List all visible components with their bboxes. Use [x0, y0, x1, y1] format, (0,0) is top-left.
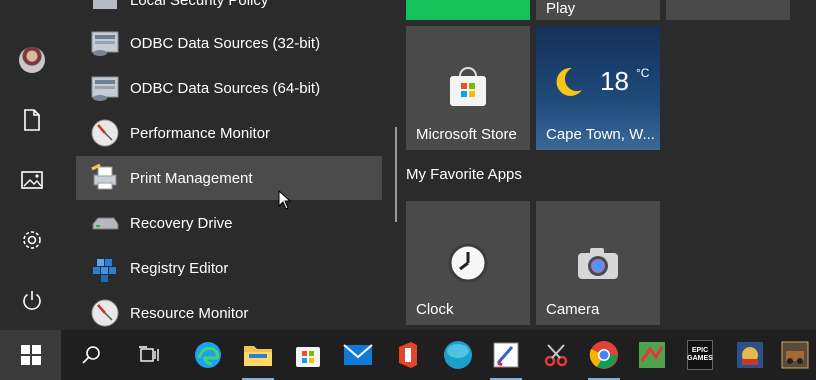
paint-icon	[493, 342, 519, 368]
tile-weather[interactable]: 18 °C Cape Town, W...	[536, 26, 660, 150]
tile-partial[interactable]	[666, 0, 790, 20]
all-apps-list: Local Security Policy ODBC Data Sources …	[64, 0, 394, 330]
odbc-icon	[88, 71, 122, 105]
power-button[interactable]	[0, 275, 64, 325]
gear-icon	[23, 231, 41, 249]
app-item-performance-monitor[interactable]: Performance Monitor	[76, 111, 382, 155]
mail-icon	[343, 344, 373, 365]
app-item-recovery-drive[interactable]: Recovery Drive	[76, 201, 382, 245]
search-button[interactable]	[66, 330, 116, 380]
odbc-icon	[88, 26, 122, 60]
app-item-odbc-64[interactable]: ODBC Data Sources (64-bit)	[76, 66, 382, 110]
app-label: Registry Editor	[130, 259, 229, 277]
taskbar-paint[interactable]	[482, 330, 530, 380]
edge-icon	[195, 342, 221, 368]
taskbar-office[interactable]	[384, 330, 432, 380]
game-icon	[639, 342, 665, 368]
settings-button[interactable]	[0, 215, 64, 265]
taskbar-app-teal[interactable]	[434, 330, 482, 380]
taskbar-chrome[interactable]	[580, 330, 628, 380]
tile-play-partial[interactable]: Play	[536, 0, 660, 20]
taskbar-edge[interactable]	[184, 330, 232, 380]
taskbar-game-2[interactable]	[726, 330, 774, 380]
taskbar-game[interactable]	[628, 330, 676, 380]
folder-icon	[244, 346, 272, 366]
app-item-resource-monitor[interactable]: Resource Monitor	[76, 291, 382, 330]
app-item-local-security-policy[interactable]: Local Security Policy	[76, 0, 382, 22]
taskbar-mail[interactable]	[334, 330, 382, 380]
epic-games-icon: EPIC GAMES	[687, 340, 713, 370]
performance-monitor-icon	[88, 116, 122, 150]
app-label: Recovery Drive	[130, 214, 233, 232]
app-label: ODBC Data Sources (32-bit)	[130, 34, 321, 52]
local-security-policy-icon	[88, 0, 122, 17]
epic-games-text: EPIC GAMES	[687, 347, 713, 362]
office-icon	[399, 342, 417, 368]
camera-icon	[578, 248, 618, 279]
taskbar-game-3[interactable]	[774, 330, 816, 380]
mouse-cursor-icon	[278, 190, 292, 210]
user-account-button[interactable]	[0, 35, 64, 85]
avatar	[19, 47, 45, 73]
tile-group-title[interactable]: My Favorite Apps	[406, 166, 522, 183]
taskbar-epic-games[interactable]: EPIC GAMES	[676, 330, 724, 380]
task-view-button[interactable]	[124, 330, 174, 380]
taskbar-snipping-tool[interactable]	[532, 330, 580, 380]
weather-unit: °C	[636, 66, 650, 80]
tile-label: Microsoft Store	[416, 126, 517, 143]
tile-label: Clock	[416, 301, 454, 318]
taskbar-microsoft-store[interactable]	[284, 330, 332, 380]
documents-button[interactable]	[0, 95, 64, 145]
microsoft-store-icon	[296, 347, 320, 367]
tile-label: Camera	[546, 301, 600, 318]
pictures-button[interactable]	[0, 155, 64, 205]
tile-label: Play	[546, 0, 576, 17]
resource-monitor-icon	[88, 296, 122, 330]
recovery-drive-icon	[88, 206, 122, 240]
search-icon	[82, 346, 100, 364]
teal-sphere-icon	[444, 341, 472, 369]
weather-location: Cape Town, W...	[546, 126, 655, 143]
tile-green-partial[interactable]	[406, 0, 530, 20]
scissors-icon	[544, 344, 568, 367]
app-item-odbc-32[interactable]: ODBC Data Sources (32-bit)	[76, 21, 382, 65]
moon-icon	[556, 67, 582, 96]
app-item-registry-editor[interactable]: Registry Editor	[76, 246, 382, 290]
print-management-icon	[88, 161, 122, 195]
app-label: Print Management	[130, 169, 253, 187]
taskbar-file-explorer[interactable]	[234, 330, 282, 380]
app-label: ODBC Data Sources (64-bit)	[130, 79, 321, 97]
chrome-icon	[589, 341, 618, 369]
app-label: Resource Monitor	[130, 304, 249, 322]
pictures-icon	[21, 171, 43, 189]
game-2-icon	[737, 342, 763, 368]
start-button[interactable]	[0, 330, 61, 380]
weather-temperature: 18	[600, 66, 629, 96]
game-3-icon	[781, 341, 809, 369]
tile-microsoft-store[interactable]: Microsoft Store	[406, 26, 530, 150]
task-view-icon	[139, 346, 159, 362]
windows-logo-icon	[20, 345, 41, 365]
document-icon	[24, 109, 40, 131]
registry-editor-icon	[88, 251, 122, 285]
taskbar: EPIC GAMES	[0, 330, 816, 380]
start-left-rail	[0, 0, 64, 330]
app-label: Performance Monitor	[130, 124, 271, 142]
app-label: Local Security Policy	[130, 0, 269, 9]
microsoft-store-icon	[450, 67, 486, 106]
tile-camera[interactable]: Camera	[536, 201, 660, 325]
app-item-print-management[interactable]: Print Management	[76, 156, 382, 200]
tile-clock[interactable]: Clock	[406, 201, 530, 325]
clock-icon	[448, 243, 488, 283]
app-list-scrollbar[interactable]	[395, 127, 397, 222]
power-icon	[23, 291, 41, 310]
